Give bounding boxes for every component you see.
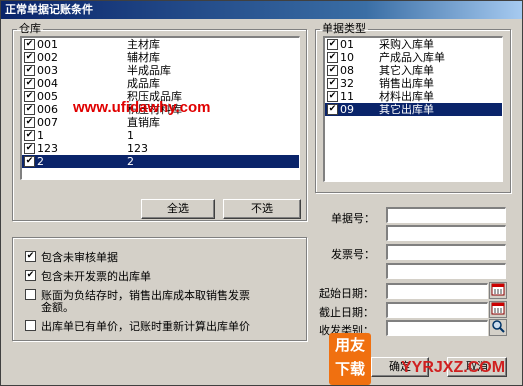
checkbox[interactable]: ✔ xyxy=(24,143,35,154)
warehouse-list-item[interactable]: ✔ 002 辅材库 xyxy=(22,51,299,64)
doc_type-list-item[interactable]: ✔ 11 材料出库单 xyxy=(325,90,502,103)
item-code: 11 xyxy=(340,90,354,103)
checkbox[interactable]: ✔ xyxy=(25,251,36,262)
item-name: 采购入库单 xyxy=(379,38,434,51)
doc-no-from-input[interactable] xyxy=(386,207,506,223)
invoice-no-to-input[interactable] xyxy=(386,263,506,279)
item-name: 主材库 xyxy=(127,38,160,51)
brand-logo: 用友 下载 xyxy=(329,333,371,385)
checkbox[interactable]: ✔ xyxy=(24,91,35,102)
item-code: 32 xyxy=(340,77,354,90)
calendar-icon[interactable] xyxy=(489,301,507,318)
item-name: 材料出库单 xyxy=(379,90,434,103)
doc-no-to-input[interactable] xyxy=(386,225,506,241)
checkbox[interactable] xyxy=(25,289,36,300)
send-type-input[interactable] xyxy=(386,320,488,336)
warehouse-list-item[interactable]: ✔ 123 123 xyxy=(22,142,299,155)
window-title: 正常单据记账条件 xyxy=(1,1,522,19)
checkbox[interactable]: ✔ xyxy=(24,52,35,63)
item-code: 003 xyxy=(37,64,58,77)
item-name: 直销库 xyxy=(127,116,160,129)
doc_type-list-item[interactable]: ✔ 01 采购入库单 xyxy=(325,38,502,51)
checkbox[interactable]: ✔ xyxy=(24,78,35,89)
item-code: 006 xyxy=(37,103,58,116)
checkbox[interactable]: ✔ xyxy=(24,156,35,167)
doc_type-list-item[interactable]: ✔ 32 销售出库单 xyxy=(325,77,502,90)
item-code: 09 xyxy=(340,103,354,116)
item-name: 成品库 xyxy=(127,77,160,90)
item-code: 007 xyxy=(37,116,58,129)
item-code: 004 xyxy=(37,77,58,90)
item-code: 001 xyxy=(37,38,58,51)
checkbox[interactable]: ✔ xyxy=(24,39,35,50)
warehouse-list-item[interactable]: ✔ 001 主材库 xyxy=(22,38,299,51)
warehouse-list-item[interactable]: ✔ 004 成品库 xyxy=(22,77,299,90)
invoice-no-label: 发票号： xyxy=(331,248,375,261)
checkbox[interactable]: ✔ xyxy=(327,78,338,89)
doc-type-list[interactable]: ✔ 01 采购入库单 ✔ 10 产成品入库单 ✔ 08 其它入库单 ✔ 32 销售出库单 ✔ 11 材料出库… xyxy=(323,36,503,182)
checkbox[interactable] xyxy=(25,320,36,331)
item-name: 其它出库单 xyxy=(379,103,434,116)
doc_type-list-item[interactable]: ✔ 08 其它入库单 xyxy=(325,64,502,77)
watermark-brand: YYRJXZ.COM xyxy=(401,359,506,376)
doc-no-label: 单据号： xyxy=(331,212,375,225)
checkbox[interactable]: ✔ xyxy=(24,130,35,141)
checkbox[interactable]: ✔ xyxy=(24,117,35,128)
checkbox[interactable]: ✔ xyxy=(327,52,338,63)
item-name: 1 xyxy=(127,129,134,142)
deselect-button[interactable]: 不选 xyxy=(223,199,301,219)
item-name: 辅材库 xyxy=(127,51,160,64)
warehouse-list-item[interactable]: ✔ 003 半成品库 xyxy=(22,64,299,77)
warehouse-list-item[interactable]: ✔ 2 2 xyxy=(22,155,299,168)
item-name: 产成品入库单 xyxy=(379,51,445,64)
item-code: 08 xyxy=(340,64,354,77)
item-code: 002 xyxy=(37,51,58,64)
checkbox[interactable]: ✔ xyxy=(327,91,338,102)
checkbox[interactable]: ✔ xyxy=(327,104,338,115)
calendar-icon[interactable] xyxy=(489,282,507,299)
search-icon[interactable] xyxy=(489,319,507,336)
doc_type-list-item[interactable]: ✔ 10 产成品入库单 xyxy=(325,51,502,64)
checkbox[interactable]: ✔ xyxy=(327,39,338,50)
item-name: 2 xyxy=(127,155,134,168)
item-code: 1 xyxy=(37,129,44,142)
item-code: 123 xyxy=(37,142,58,155)
invoice-no-from-input[interactable] xyxy=(386,244,506,260)
item-code: 005 xyxy=(37,90,58,103)
item-code: 2 xyxy=(37,155,44,168)
warehouse-list-item[interactable]: ✔ 007 直销库 xyxy=(22,116,299,129)
start-date-label: 起始日期： xyxy=(319,287,374,300)
doc-type-legend: 单据类型 xyxy=(322,22,366,35)
watermark-site: www.ufidawhy.com xyxy=(73,99,211,116)
item-code: 01 xyxy=(340,38,354,51)
item-name: 其它入库单 xyxy=(379,64,434,77)
end-date-label: 截止日期： xyxy=(319,306,374,319)
item-name: 半成品库 xyxy=(127,64,171,77)
warehouse-legend: 仓库 xyxy=(19,22,41,35)
item-name: 123 xyxy=(127,142,148,155)
item-name: 销售出库单 xyxy=(379,77,434,90)
checkbox[interactable]: ✔ xyxy=(24,104,35,115)
item-code: 10 xyxy=(340,51,354,64)
end-date-input[interactable] xyxy=(386,302,488,318)
checkbox[interactable]: ✔ xyxy=(25,270,36,281)
start-date-input[interactable] xyxy=(386,283,488,299)
checkbox[interactable]: ✔ xyxy=(24,65,35,76)
warehouse-list-item[interactable]: ✔ 1 1 xyxy=(22,129,299,142)
dialog-window: 正常单据记账条件 仓库 ✔ 001 主材库 ✔ 002 辅材库 ✔ 003 半成品库 ✔ 004 成品… xyxy=(0,0,523,386)
checkbox[interactable]: ✔ xyxy=(327,65,338,76)
select-all-button[interactable]: 全选 xyxy=(141,199,215,219)
doc_type-list-item[interactable]: ✔ 09 其它出库单 xyxy=(325,103,502,116)
